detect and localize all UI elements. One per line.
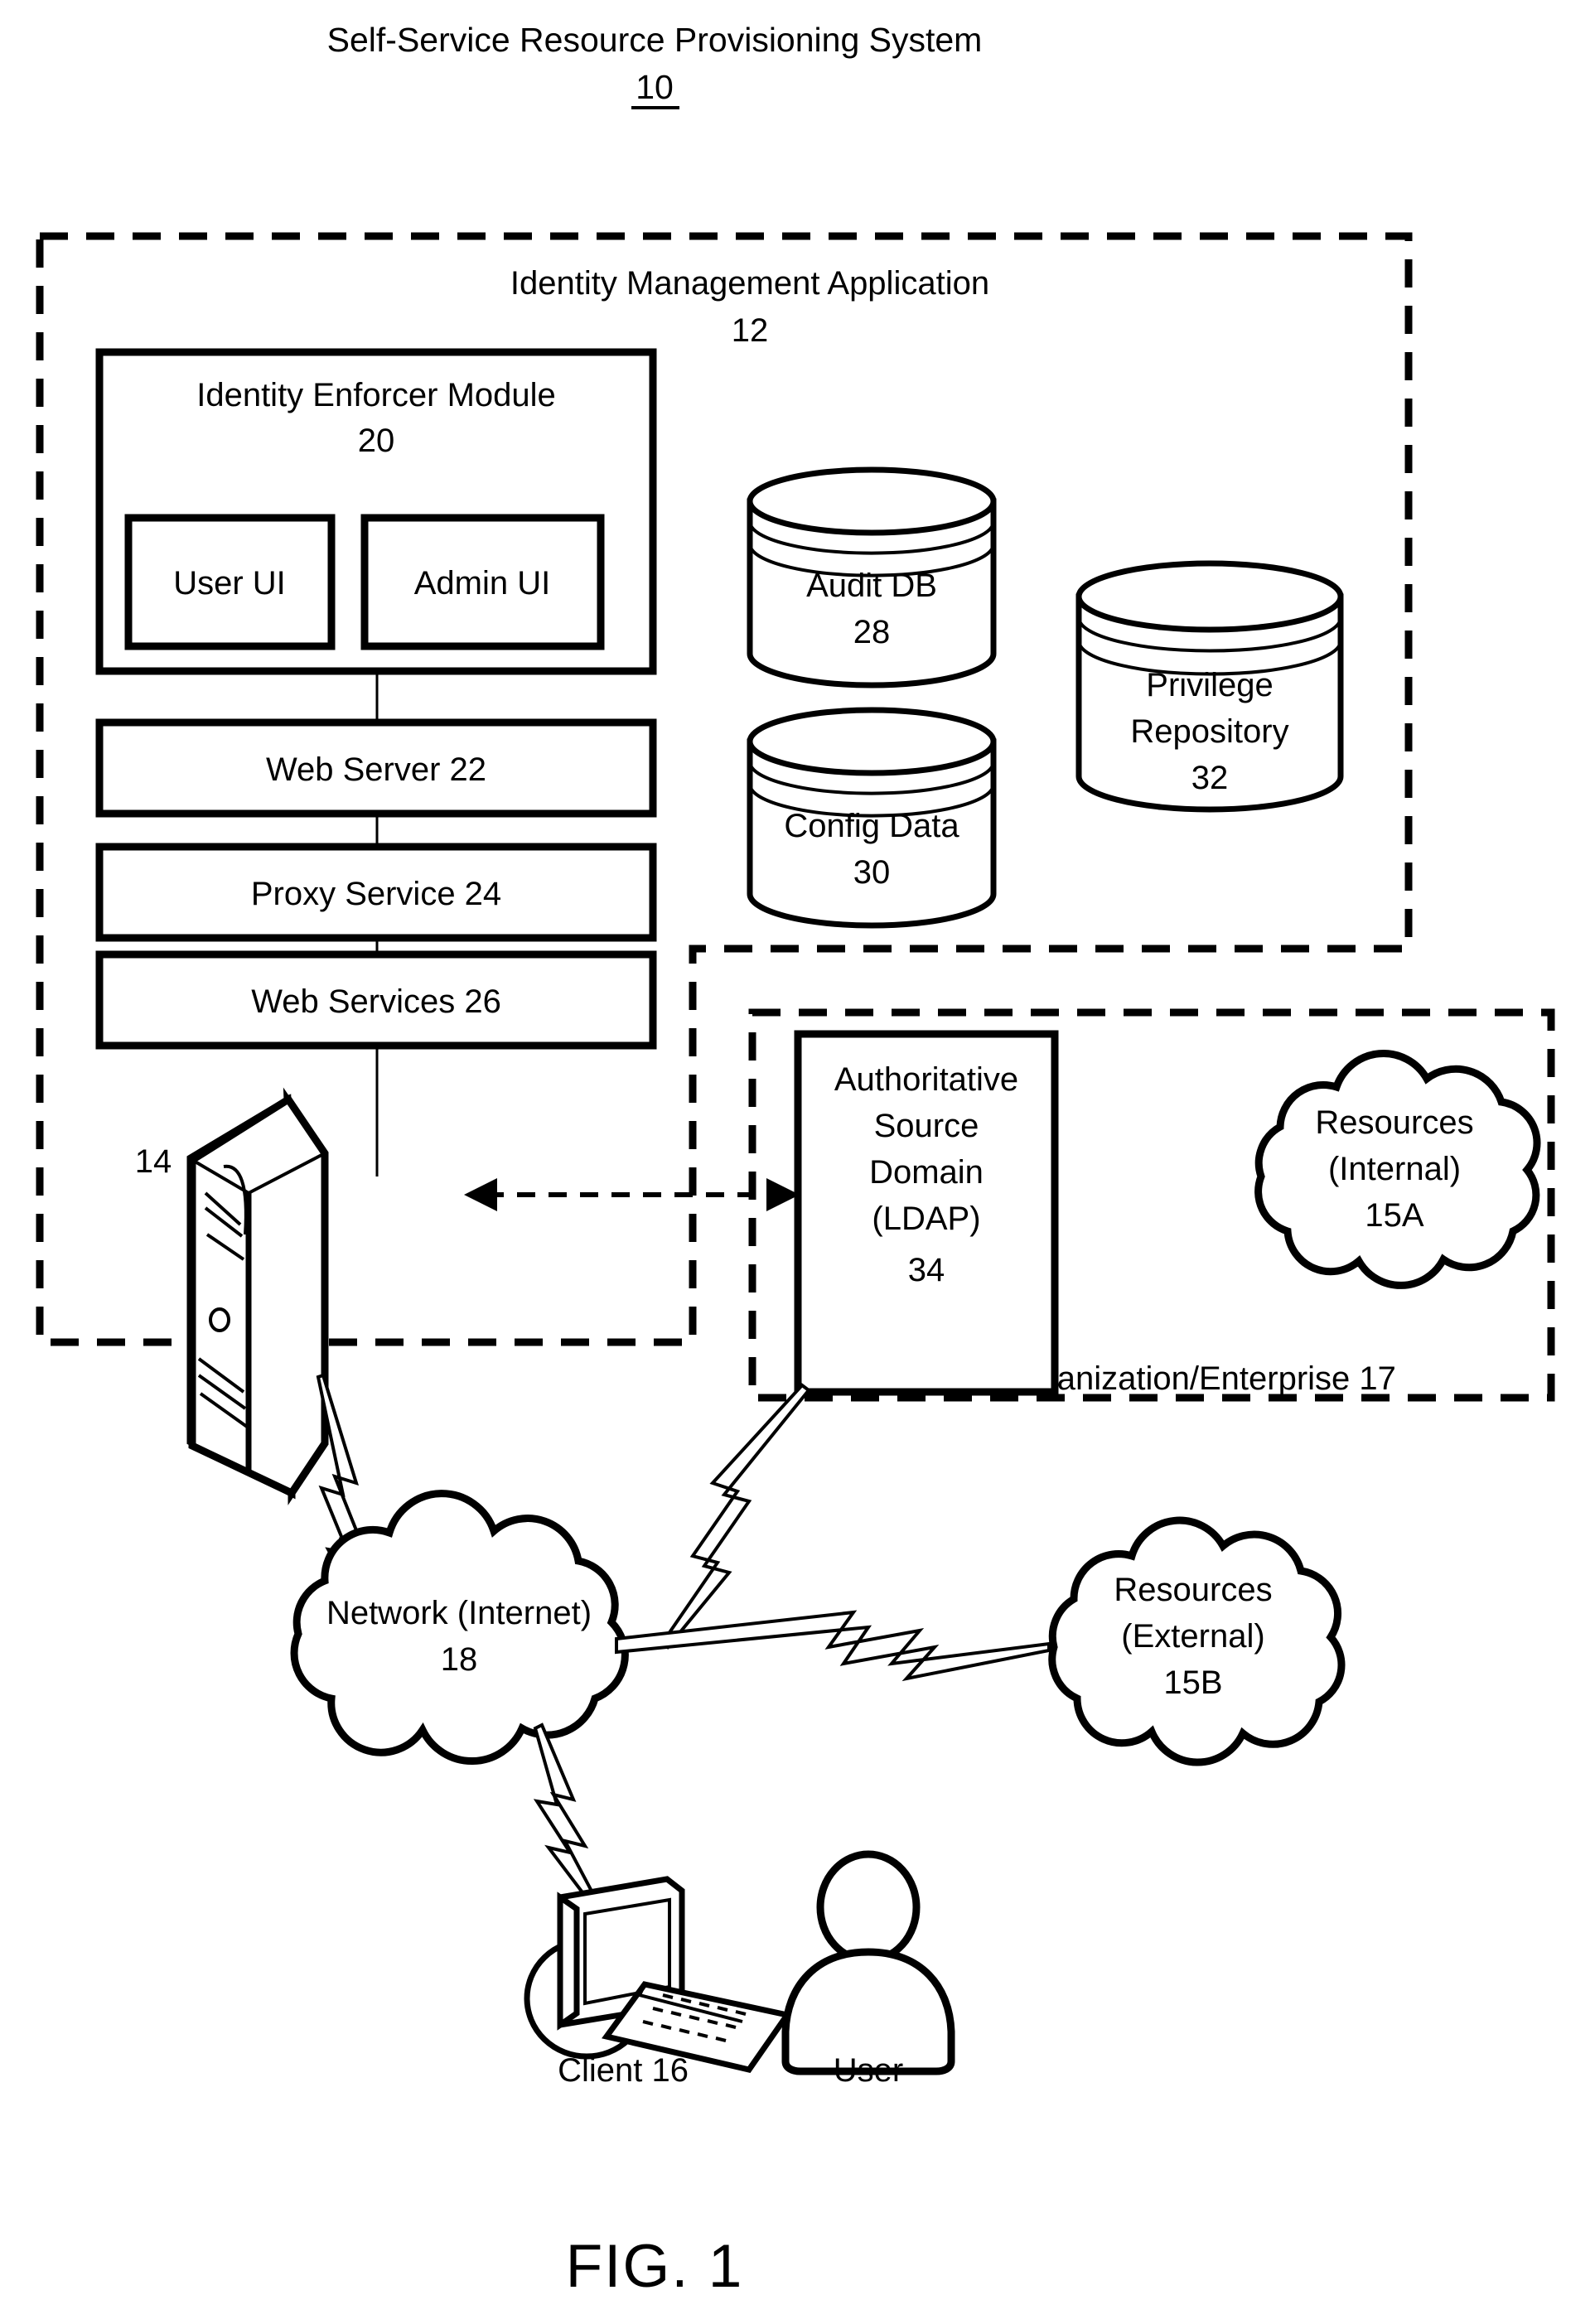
resources-internal-ref: 15A xyxy=(1365,1197,1423,1234)
asd-ref: 34 xyxy=(908,1252,945,1288)
server-tower-icon xyxy=(186,1087,329,1505)
privilege-repository-ref: 32 xyxy=(1191,760,1229,796)
resources-internal-line2: (Internal) xyxy=(1328,1151,1461,1187)
network-label: Network (Internet) xyxy=(326,1595,592,1631)
resources-internal-line1: Resources xyxy=(1315,1104,1473,1141)
organization-enterprise-label: Organization/Enterprise 17 xyxy=(1002,1360,1396,1397)
web-services-label: Web Services 26 xyxy=(251,983,501,1020)
resources-external-ref: 15B xyxy=(1163,1664,1222,1701)
lightning-network-client xyxy=(533,1722,597,1906)
user-person-icon xyxy=(781,1850,955,2075)
admin-ui-label: Admin UI xyxy=(414,565,551,602)
client-label: Client 16 xyxy=(558,2052,689,2089)
config-data-ref: 30 xyxy=(853,854,891,891)
identity-enforcer-module-ref: 20 xyxy=(358,423,395,459)
proxy-service-label: Proxy Service 24 xyxy=(251,876,501,912)
identity-management-application-label: Identity Management Application xyxy=(510,265,989,302)
web-server-label: Web Server 22 xyxy=(266,751,486,788)
identity-enforcer-module-label: Identity Enforcer Module xyxy=(196,377,556,413)
lightning-ldap-network xyxy=(660,1383,811,1650)
figure-canvas: Self-Service Resource Provisioning Syste… xyxy=(36,21,1555,2300)
asd-line1: Authoritative xyxy=(834,1061,1018,1098)
user-ui-label: User UI xyxy=(173,565,286,602)
audit-db-label: Audit DB xyxy=(806,568,937,604)
asd-line3: Domain xyxy=(869,1154,984,1191)
figure-title: Self-Service Resource Provisioning Syste… xyxy=(327,21,983,59)
figure-title-ref: 10 xyxy=(636,68,674,106)
client-computer-icon xyxy=(524,1876,792,2073)
network-ref: 18 xyxy=(441,1641,478,1678)
patent-figure-page: Self-Service Resource Provisioning Syste… xyxy=(0,0,1595,2324)
resources-external-line2: (External) xyxy=(1121,1618,1264,1655)
asd-line4: (LDAP) xyxy=(872,1201,980,1237)
asd-line2: Source xyxy=(874,1108,979,1144)
figure-caption: FIG. 1 xyxy=(566,2233,744,2300)
server-ref-label: 14 xyxy=(135,1143,172,1180)
audit-db-ref: 28 xyxy=(853,614,891,650)
privilege-repository-label-line2: Repository xyxy=(1130,713,1288,750)
user-label: User xyxy=(834,2052,903,2089)
privilege-repository-label-line1: Privilege xyxy=(1146,667,1273,703)
resources-external-line1: Resources xyxy=(1114,1572,1272,1608)
config-data-label: Config Data xyxy=(784,808,959,844)
identity-management-application-ref: 12 xyxy=(732,312,769,349)
